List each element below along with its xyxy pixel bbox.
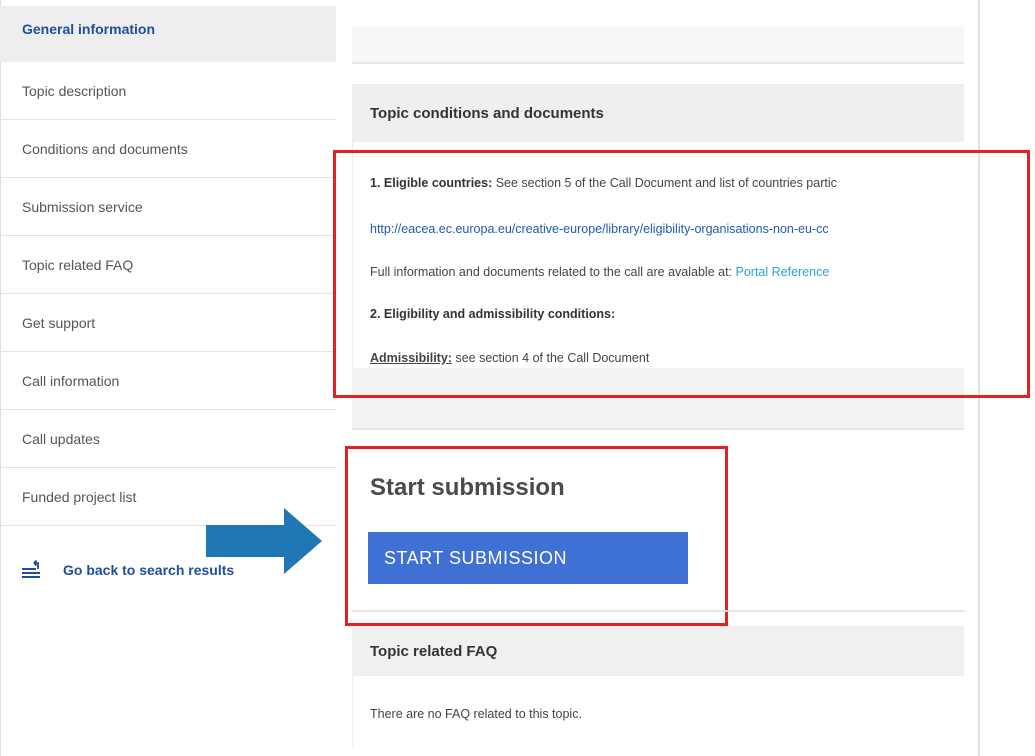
- sidebar-item-call-information[interactable]: Call information: [0, 352, 336, 410]
- sidebar-item-label: Topic related FAQ: [22, 256, 134, 273]
- faq-header: Topic related FAQ: [352, 626, 964, 676]
- back-list-icon: [22, 559, 44, 580]
- conditions-header: Topic conditions and documents: [352, 84, 964, 142]
- sidebar-item-label: Topic description: [22, 82, 127, 99]
- sidebar-item-call-updates[interactable]: Call updates: [0, 410, 336, 468]
- faq-header-title: Topic related FAQ: [370, 642, 498, 660]
- conditions-header-title: Topic conditions and documents: [370, 104, 604, 122]
- faq-empty-text: There are no FAQ related to this topic.: [370, 707, 582, 721]
- highlight-box-conditions: [333, 150, 1030, 398]
- sidebar-item-conditions-and-documents[interactable]: Conditions and documents: [0, 120, 336, 178]
- sidebar-item-topic-description[interactable]: Topic description: [0, 62, 336, 120]
- sidebar-item-get-support[interactable]: Get support: [0, 294, 336, 352]
- divider: [352, 610, 964, 612]
- sidebar-item-label: Call updates: [22, 430, 100, 447]
- sidebar-item-label: Submission service: [22, 198, 143, 215]
- back-to-search-link[interactable]: Go back to search results: [22, 559, 234, 580]
- sidebar-item-label: Conditions and documents: [22, 140, 188, 157]
- sidebar-item-label: General information: [22, 21, 156, 37]
- sidebar-item-label: Call information: [22, 372, 120, 389]
- sidebar-item-submission-service[interactable]: Submission service: [0, 178, 336, 236]
- sidebar-item-label: Funded project list: [22, 488, 137, 505]
- annotation-arrow-icon: [206, 508, 322, 574]
- highlight-box-submission: [345, 446, 728, 626]
- sidebar-item-label: Get support: [22, 314, 96, 331]
- sidebar-item-topic-related-faq[interactable]: Topic related FAQ: [0, 236, 336, 294]
- sidebar-item-general-information[interactable]: General information: [0, 6, 336, 62]
- top-panel: [352, 26, 964, 64]
